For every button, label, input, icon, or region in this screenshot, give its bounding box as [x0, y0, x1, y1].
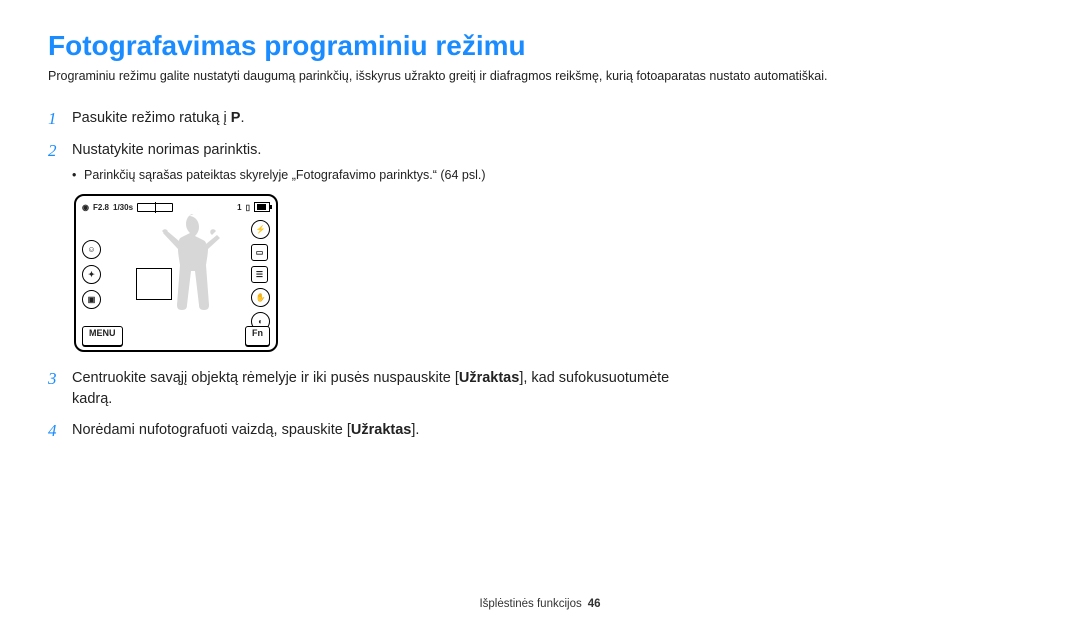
- face-detect-icon: ☺: [82, 240, 101, 259]
- step-2-body: Nustatykite norimas parinktis. Parinkčių…: [72, 140, 688, 185]
- lcd-screen: ◉ F2.8 1/30s 1 ▯ ☺ ✦ ▣ ⚡ ▭ ☰ ✋ ◐: [74, 194, 278, 352]
- focus-frame-icon: [136, 268, 172, 300]
- camera-lcd-figure: ◉ F2.8 1/30s 1 ▯ ☺ ✦ ▣ ⚡ ▭ ☰ ✋ ◐: [74, 194, 1032, 352]
- step-2-subnote: Parinkčių sąrašas pateiktas skyrelyje „F…: [72, 167, 688, 185]
- steps-list: 1 Pasukite režimo ratuką į P. 2 Nustatyk…: [48, 108, 688, 185]
- exposure-meter-icon: [137, 203, 173, 212]
- steps-list-continued: 3 Centruokite savąjį objektą rėmelyje ir…: [48, 368, 688, 442]
- step-4-body: Norėdami nufotografuoti vaizdą, spauskit…: [72, 420, 688, 441]
- step-3-pre: Centruokite savąjį objektą rėmelyje ir i…: [72, 370, 459, 386]
- step-3-body: Centruokite savąjį objektą rėmelyje ir i…: [72, 368, 688, 410]
- globe-icon: ◉: [82, 203, 89, 212]
- lcd-count: 1: [237, 203, 241, 212]
- mode-p-icon: P: [231, 110, 241, 126]
- timer-icon: ✦: [82, 265, 101, 284]
- page-title: Fotografavimas programiniu režimu: [48, 30, 1032, 62]
- step-3-shutter-ref: Užraktas: [459, 370, 519, 386]
- lcd-menu-button: MENU: [82, 326, 123, 346]
- step-1-period: .: [240, 110, 244, 126]
- step-number-4: 4: [48, 420, 72, 442]
- step-4-pre: Norėdami nufotografuoti vaizdą, spauskit…: [72, 422, 351, 438]
- stabilizer-icon: ✋: [251, 288, 270, 307]
- quality-icon: ☰: [251, 266, 268, 283]
- flash-icon: ⚡: [251, 220, 270, 239]
- step-1-body: Pasukite režimo ratuką į P.: [72, 108, 688, 129]
- footer-section: Išplėstinės funkcijos: [479, 598, 581, 610]
- step-2-text: Nustatykite norimas parinktis.: [72, 142, 261, 158]
- lcd-shutter: 1/30s: [113, 203, 133, 212]
- size-icon: ▭: [251, 244, 268, 261]
- lcd-aperture: F2.8: [93, 203, 109, 212]
- step-4-shutter-ref: Užraktas: [351, 422, 411, 438]
- step-number-2: 2: [48, 140, 72, 162]
- step-number-3: 3: [48, 368, 72, 390]
- step-1-text: Pasukite režimo ratuką į: [72, 110, 231, 126]
- step-4-post: ].: [411, 422, 419, 438]
- display-icon: ▣: [82, 290, 101, 309]
- step-number-1: 1: [48, 108, 72, 130]
- footer-page-number: 46: [588, 598, 601, 610]
- sd-card-icon: ▯: [246, 203, 250, 212]
- intro-paragraph: Programiniu režimu galite nustatyti daug…: [48, 68, 1032, 86]
- lcd-fn-button: Fn: [245, 326, 270, 346]
- page-footer: Išplėstinės funkcijos 46: [0, 598, 1080, 610]
- battery-icon: [254, 202, 270, 212]
